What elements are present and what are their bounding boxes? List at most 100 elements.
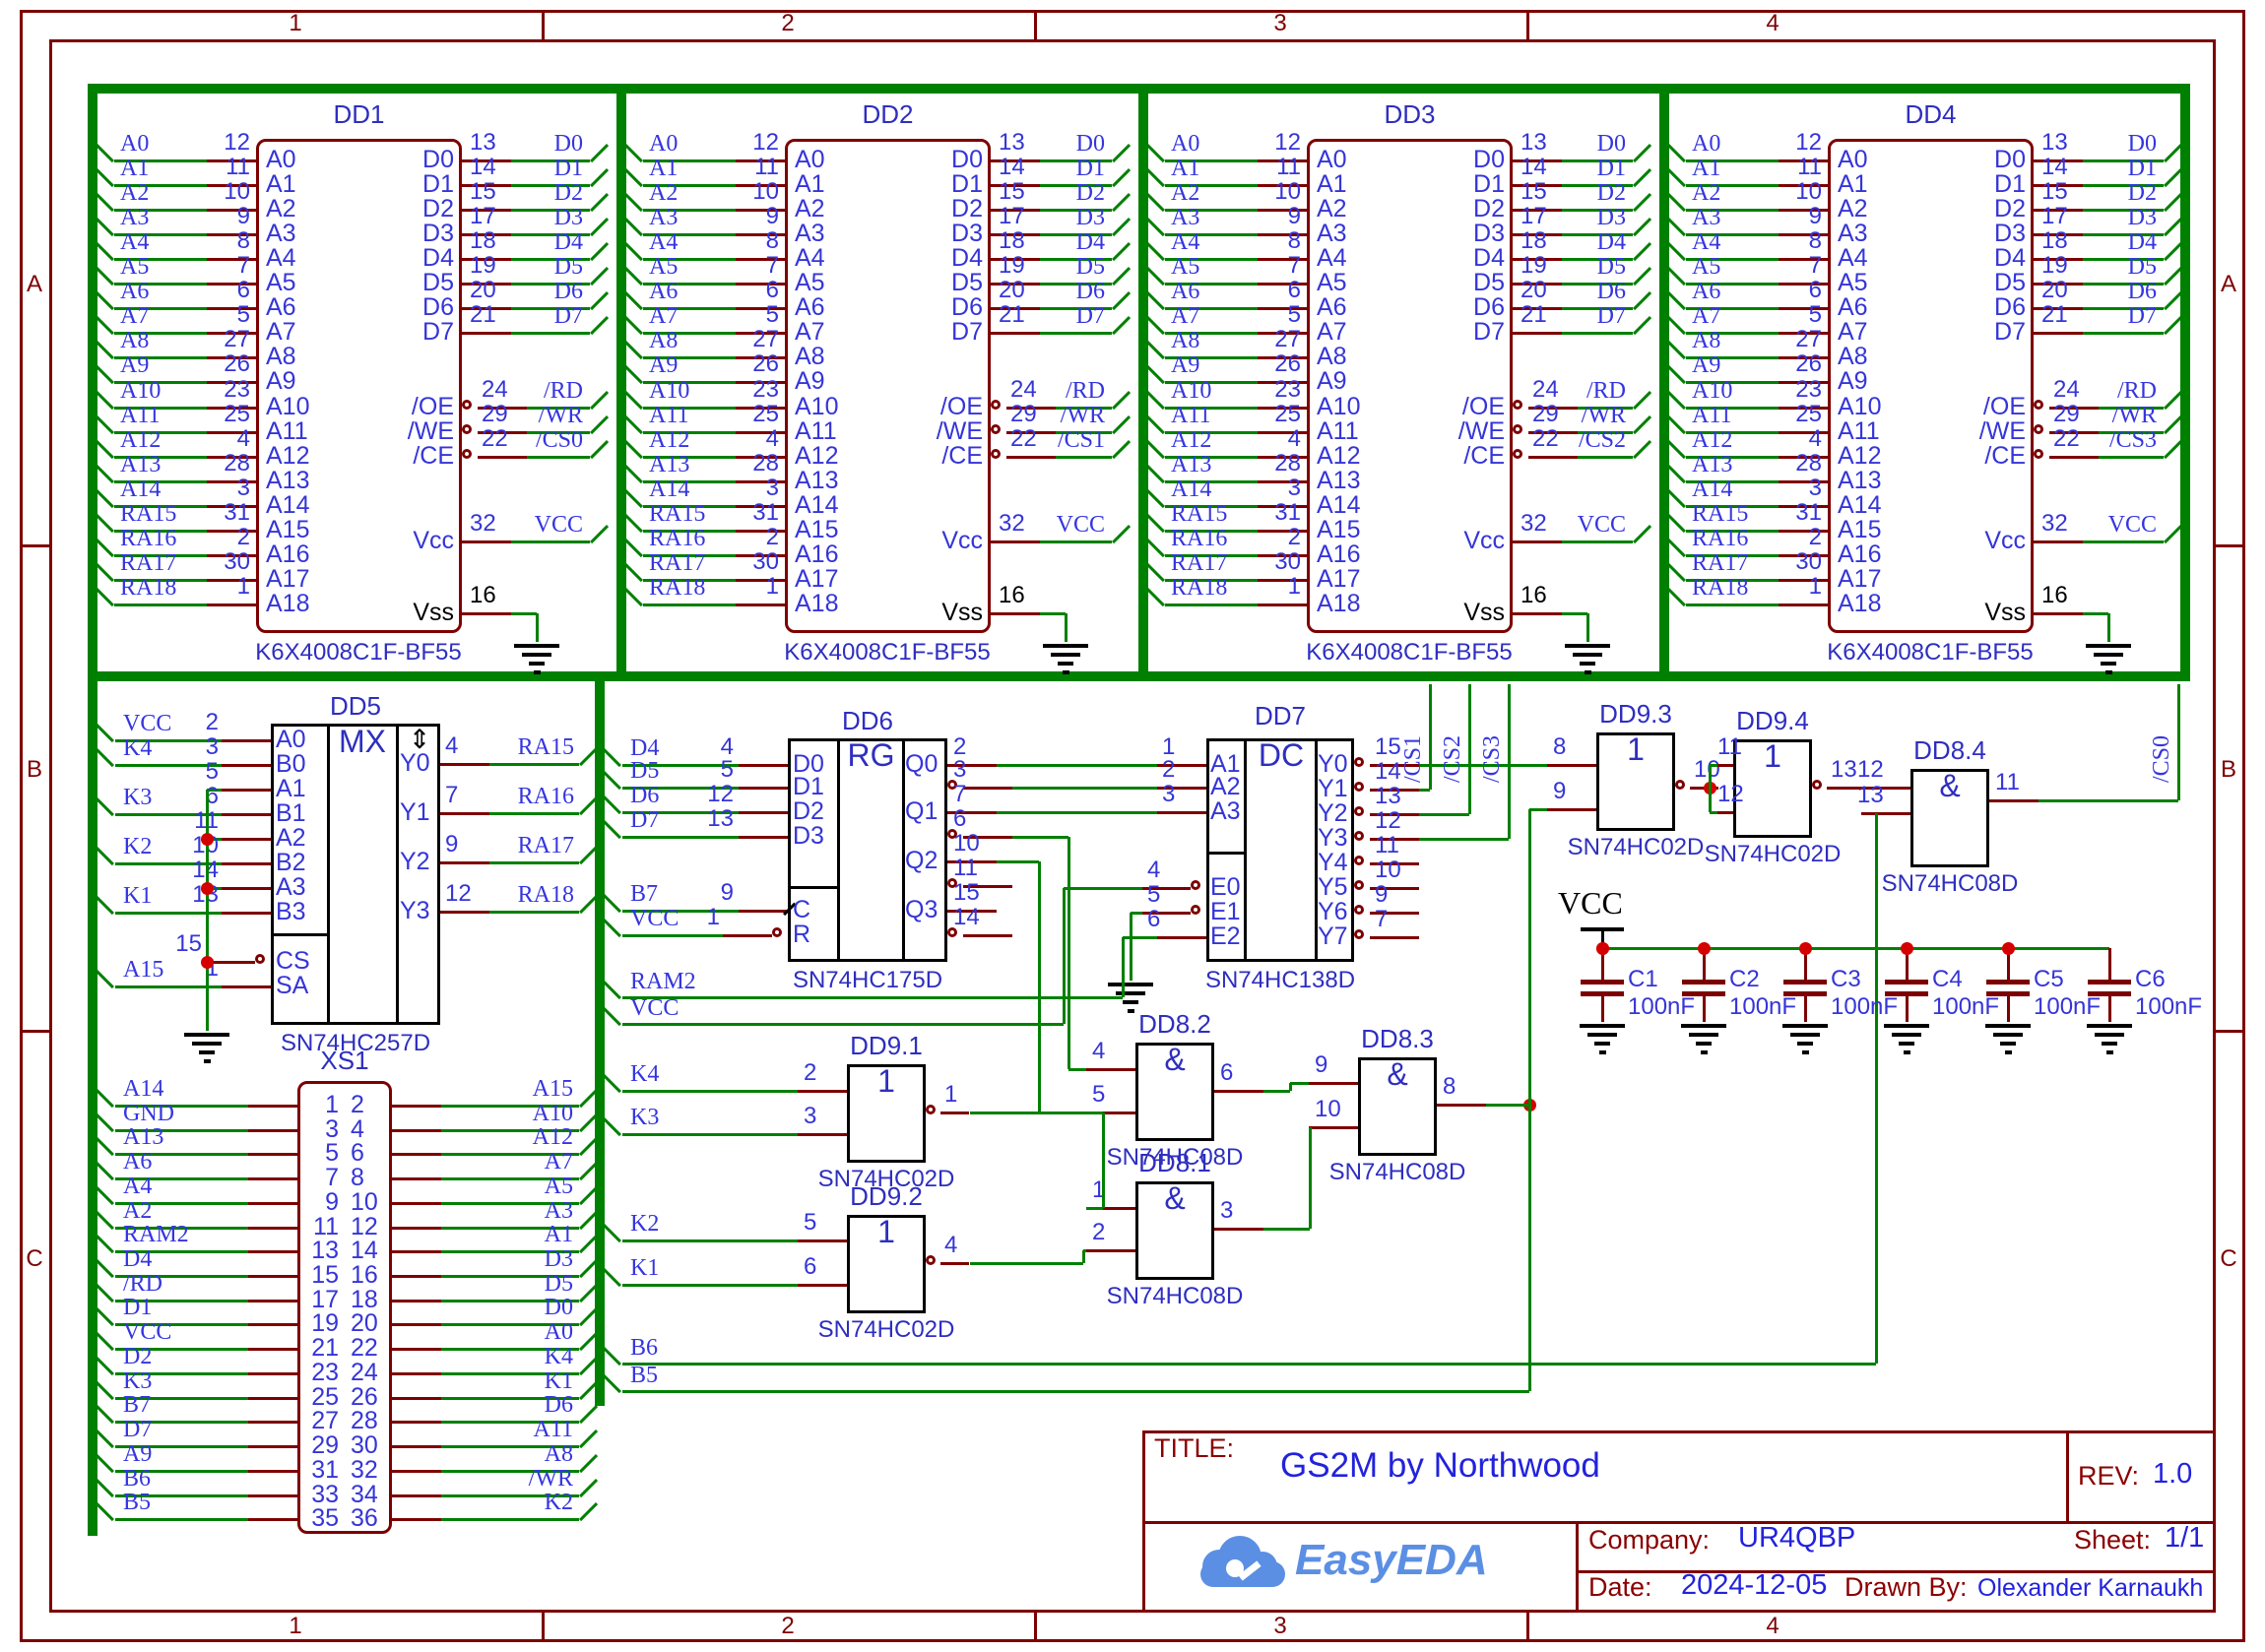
- pin-name: Y2: [1318, 800, 1351, 826]
- chip-internal-line: [327, 724, 330, 1025]
- inverter-bubble-icon: [1354, 757, 1364, 767]
- bus-entry-wire: [96, 1089, 114, 1108]
- titleblock-line: [1142, 1430, 2216, 1433]
- pin-name: A13: [1838, 468, 1926, 493]
- pin-number: 1: [616, 905, 720, 930]
- bus-entry-wire: [96, 144, 114, 162]
- capacitor-plate[interactable]: [2088, 980, 2131, 985]
- pin-number: 31: [1193, 500, 1301, 526]
- ground-symbol: [2095, 1033, 2124, 1037]
- capacitor-plate[interactable]: [1581, 980, 1624, 985]
- wire-segment: [991, 540, 1040, 543]
- net-label: K1: [630, 1255, 748, 1281]
- pin-number: 27: [301, 1408, 339, 1433]
- net-label: /WR: [443, 1466, 573, 1492]
- bus-entry-wire: [1633, 242, 1651, 261]
- wire-segment: [248, 1275, 297, 1278]
- bus-entry-wire: [96, 514, 114, 533]
- memory-bank-frame: [88, 84, 97, 681]
- border-col-label: 2: [763, 1614, 812, 1639]
- pin-number: 15: [301, 1262, 339, 1288]
- bus-entry-wire: [603, 1007, 621, 1026]
- net-label: K2: [123, 834, 251, 859]
- pin-name: E0: [1210, 874, 1246, 900]
- easyeda-logo-text: EasyEDA: [1295, 1536, 1488, 1585]
- net-label: A8: [443, 1441, 573, 1467]
- pin-number: 23: [142, 377, 250, 403]
- ground-symbol: [2000, 1042, 2016, 1046]
- pin-number: 2: [1714, 525, 1822, 550]
- wire-segment: [622, 1363, 1876, 1366]
- schematic-canvas: TITLE: GS2M by Northwood REV: 1.0 Compan…: [0, 0, 2265, 1652]
- bus-entry-wire: [590, 440, 609, 459]
- wire-segment: [1086, 1249, 1135, 1252]
- capacitor-plate[interactable]: [1885, 980, 1928, 985]
- capacitor-plate[interactable]: [1682, 980, 1725, 985]
- capacitor-value: 100nF: [2135, 994, 2224, 1020]
- border-col-label: 2: [763, 11, 812, 36]
- pin-number: 14: [351, 1238, 388, 1263]
- bus-entry-wire: [96, 1284, 114, 1303]
- capacitor-lead: [2108, 948, 2111, 980]
- bus-entry-wire: [603, 771, 621, 790]
- wire-segment: [798, 1239, 847, 1242]
- bus-entry-wire: [1146, 291, 1165, 310]
- chip-internal-line: [791, 886, 837, 889]
- power-flag-label: VCC: [1558, 890, 1656, 916]
- pin-name: E2: [1210, 923, 1246, 949]
- bus-entry-wire: [96, 1259, 114, 1278]
- net-label: VCC: [123, 1319, 251, 1345]
- pin-number: 26: [1193, 351, 1301, 377]
- bus-entry-wire: [1112, 291, 1131, 310]
- junction-dot: [201, 833, 214, 846]
- wire-segment: [739, 910, 788, 913]
- wire-segment: [739, 836, 788, 839]
- bus-entry-wire: [624, 341, 643, 359]
- capacitor-plate[interactable]: [1783, 980, 1827, 985]
- pin-name: B2: [276, 850, 325, 875]
- easyeda-logo: EasyEDA: [1197, 1532, 1571, 1601]
- inverter-bubble-icon: [1354, 905, 1364, 915]
- pin-number: 4: [944, 1233, 988, 1258]
- net-label: RA17: [426, 833, 574, 858]
- ground-symbol: [1782, 1024, 1828, 1028]
- wire-segment: [462, 332, 511, 335]
- wire-segment: [1012, 836, 1068, 839]
- pin-number: 30: [1714, 549, 1822, 575]
- pin-number: 26: [142, 351, 250, 377]
- pin-name: Q0: [905, 751, 946, 777]
- bus-middle: [595, 681, 605, 1406]
- chip-function-label: RG: [840, 742, 902, 768]
- bus-entry-wire: [624, 291, 643, 310]
- ground-symbol: [1884, 1024, 1929, 1028]
- pin-name: A14: [1317, 492, 1405, 518]
- pin-number: 21: [301, 1335, 339, 1361]
- bus-entry-wire: [96, 1332, 114, 1351]
- border-row-label: C: [22, 1246, 47, 1272]
- bus-entry-wire: [624, 514, 643, 533]
- net-label: /RD: [2003, 378, 2157, 404]
- wire-segment: [1258, 604, 1307, 606]
- pin-number: 3: [953, 757, 1012, 783]
- bus-entry-wire: [603, 1224, 621, 1242]
- pin-name: D1: [793, 774, 836, 799]
- bus-entry-wire: [590, 391, 609, 410]
- bus-entry-wire: [624, 563, 643, 582]
- capacitor-plate[interactable]: [1986, 980, 2030, 985]
- pin-number: 13: [1857, 783, 1897, 808]
- net-label: K3: [123, 785, 251, 810]
- sheet-border: [49, 39, 2216, 42]
- wire-segment: [997, 860, 1039, 863]
- chip-ref: DD9.2: [823, 1183, 949, 1209]
- inverter-bubble-icon: [1675, 780, 1685, 790]
- bus-entry-wire: [1146, 588, 1165, 606]
- bus-entry-wire: [624, 316, 643, 335]
- wire-segment: [1083, 1249, 1086, 1252]
- wire-segment: [1309, 1082, 1358, 1085]
- pin-number: 15: [98, 931, 202, 957]
- pin-name: A0: [276, 727, 325, 752]
- ground-symbol: [1587, 1033, 1617, 1037]
- inverter-bubble-icon: [1354, 782, 1364, 792]
- wire-segment: [222, 764, 271, 767]
- pin-name: A3: [276, 874, 325, 900]
